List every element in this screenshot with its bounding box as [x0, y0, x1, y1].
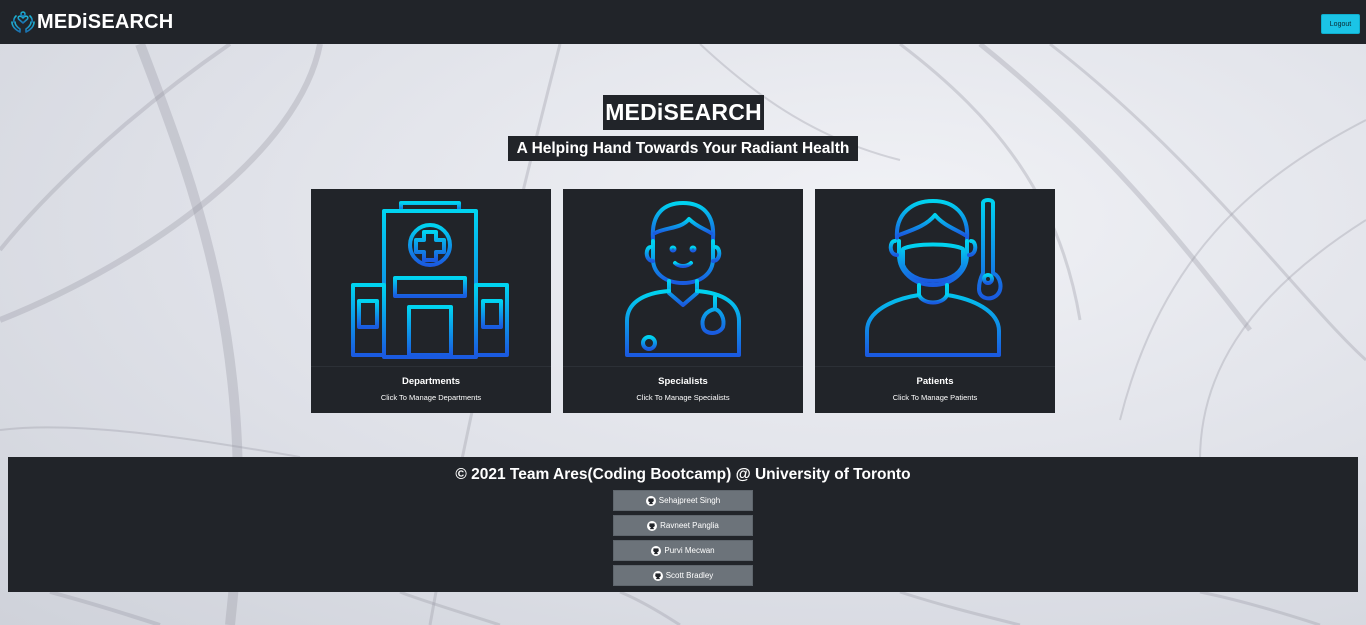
logout-button[interactable]: Logout	[1321, 14, 1360, 34]
card-divider	[311, 366, 551, 367]
card-divider	[563, 366, 803, 367]
brand-name: MEDiSEARCH	[37, 10, 174, 33]
member-name: Ravneet Panglia	[660, 521, 719, 530]
member-button-scott[interactable]: Scott Bradley	[613, 565, 753, 586]
member-name: Purvi Mecwan	[664, 546, 715, 555]
hero-subtitle: A Helping Hand Towards Your Radiant Heal…	[508, 136, 858, 161]
patients-card[interactable]: Patients Click To Manage Patients	[815, 189, 1055, 413]
member-button-purvi[interactable]: Purvi Mecwan	[613, 540, 753, 561]
hero-title: MEDiSEARCH	[603, 95, 764, 130]
github-icon	[647, 520, 658, 531]
navbar: MEDiSEARCH Logout	[0, 0, 1366, 44]
card-title[interactable]: Patients	[815, 376, 1055, 387]
card-title[interactable]: Specialists	[563, 376, 803, 387]
card-divider	[815, 366, 1055, 367]
card-title[interactable]: Departments	[311, 376, 551, 387]
member-name: Sehajpreet Singh	[658, 496, 721, 505]
github-icon	[652, 570, 663, 581]
footer: © 2021 Team Ares(Coding Bootcamp) @ Univ…	[8, 457, 1358, 592]
doctor-icon	[625, 201, 741, 357]
hospital-icon	[349, 201, 511, 359]
departments-card[interactable]: Departments Click To Manage Departments	[311, 189, 551, 413]
card-text: Click To Manage Patients	[892, 393, 978, 402]
card-text: Click To Manage Departments	[380, 393, 482, 402]
hands-heart-icon	[11, 11, 35, 33]
member-name: Scott Bradley	[665, 571, 714, 580]
brand[interactable]: MEDiSEARCH	[10, 8, 173, 36]
github-icon	[651, 545, 662, 556]
specialists-card[interactable]: Specialists Click To Manage Specialists	[563, 189, 803, 413]
card-text: Click To Manage Specialists	[636, 393, 730, 402]
footer-copyright: © 2021 Team Ares(Coding Bootcamp) @ Univ…	[455, 466, 911, 483]
github-icon	[645, 495, 656, 506]
member-button-ravneet[interactable]: Ravneet Panglia	[613, 515, 753, 536]
patient-icon	[865, 198, 1003, 357]
member-button-sehajpreet[interactable]: Sehajpreet Singh	[613, 490, 753, 511]
